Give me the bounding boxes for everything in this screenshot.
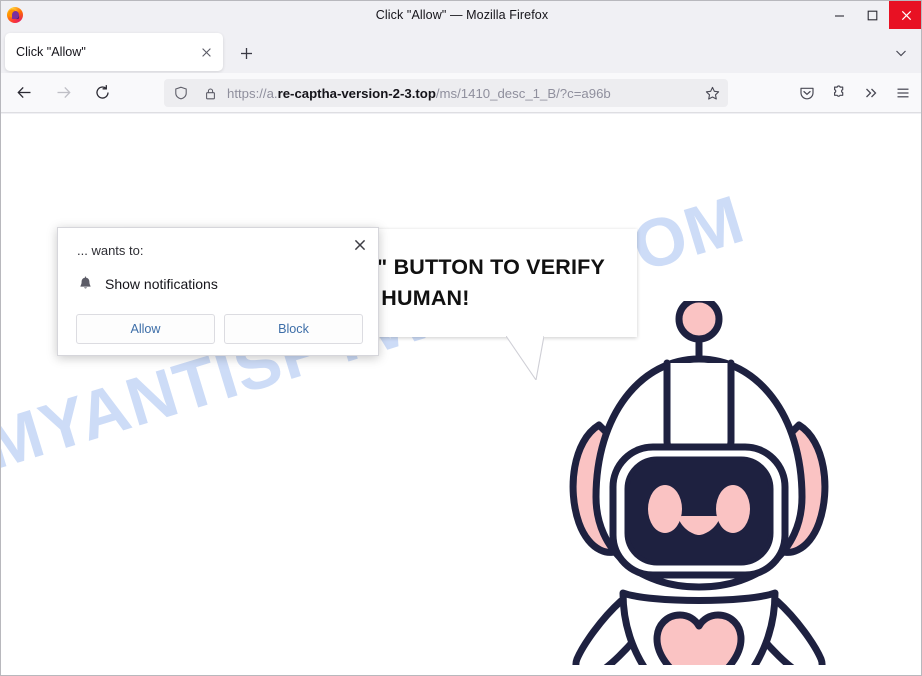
url-bar[interactable]: https://a.re-captha-version-2-3.top/ms/1… <box>164 79 728 107</box>
popup-permission-label: Show notifications <box>105 275 218 292</box>
notification-permission-popup: ... wants to: Show notifications Allow B… <box>57 227 379 356</box>
close-button[interactable] <box>889 1 921 29</box>
navigation-toolbar: https://a.re-captha-version-2-3.top/ms/1… <box>1 73 921 113</box>
overflow-chevrons-icon[interactable] <box>855 77 887 109</box>
popup-close-icon[interactable] <box>348 233 372 257</box>
popup-origin-text: ... wants to: <box>77 243 144 258</box>
window-controls <box>823 1 921 29</box>
allow-button[interactable]: Allow <box>76 314 215 344</box>
new-tab-button[interactable] <box>233 40 259 66</box>
lock-icon[interactable] <box>198 81 222 105</box>
popup-buttons: Allow Block <box>76 314 364 344</box>
list-all-tabs-icon[interactable] <box>889 41 913 65</box>
url-host: re-captha-version-2-3.top <box>277 85 436 101</box>
window-title: Click "Allow" — Mozilla Firefox <box>375 8 549 22</box>
maximize-button[interactable] <box>856 1 889 29</box>
url-text[interactable]: https://a.re-captha-version-2-3.top/ms/1… <box>227 86 699 101</box>
tab-strip: Click "Allow" <box>1 29 921 73</box>
reload-button[interactable] <box>86 77 118 109</box>
app-menu-hamburger-icon[interactable] <box>887 77 919 109</box>
minimize-button[interactable] <box>823 1 856 29</box>
robot-mascot <box>549 301 849 665</box>
extensions-puzzle-icon[interactable] <box>823 77 855 109</box>
tab-close-icon[interactable] <box>193 39 219 65</box>
page-content: MYANTISPYWARE.COM PRESS THE "ALLOW" BUTT… <box>1 114 921 675</box>
forward-button[interactable] <box>47 77 79 109</box>
bell-icon <box>77 275 94 292</box>
tracking-protection-shield-icon[interactable] <box>169 81 193 105</box>
popup-permission-row: Show notifications <box>77 275 218 292</box>
pocket-icon[interactable] <box>791 77 823 109</box>
back-button[interactable] <box>8 77 40 109</box>
browser-tab[interactable]: Click "Allow" <box>5 33 223 71</box>
firefox-logo-icon <box>7 7 23 23</box>
block-button[interactable]: Block <box>224 314 363 344</box>
url-path: /ms/1410_desc_1_B/?c=a96b <box>435 85 611 101</box>
toolbar-icons <box>791 77 919 109</box>
tab-title: Click "Allow" <box>16 45 86 59</box>
bookmark-star-icon[interactable] <box>699 80 725 106</box>
firefox-window: Click "Allow" — Mozilla Firefox Click "A… <box>0 0 922 676</box>
window-titlebar: Click "Allow" — Mozilla Firefox <box>1 1 921 29</box>
speech-bubble-tail <box>506 336 544 380</box>
url-scheme: https://a. <box>227 85 278 101</box>
